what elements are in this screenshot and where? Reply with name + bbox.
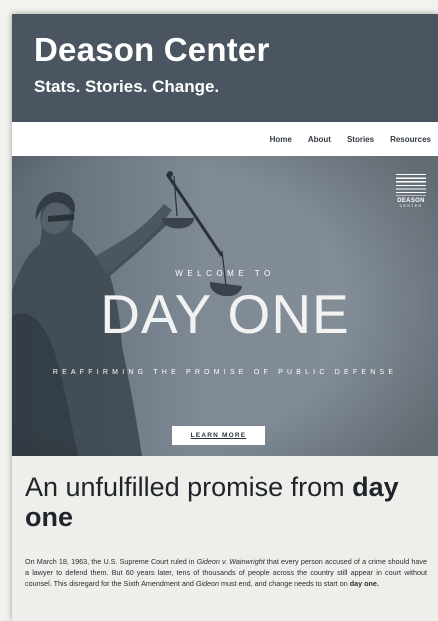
logo-sub: CENTER xyxy=(399,204,423,208)
website-card: Deason Center Stats. Stories. Change. Ho… xyxy=(12,14,438,621)
intro-body: On March 18, 1963, the U.S. Supreme Cour… xyxy=(25,556,427,589)
body-case-name-2: Gideon xyxy=(195,579,220,589)
hero-title: DAY ONE xyxy=(100,283,350,345)
learn-more-button[interactable]: LEARN MORE xyxy=(172,426,265,445)
deason-logo[interactable]: DEASON CENTER xyxy=(395,174,427,214)
hero-subtitle: REAFFIRMING THE PROMISE OF PUBLIC DEFENS… xyxy=(52,369,398,376)
nav-about[interactable]: About xyxy=(308,135,331,144)
intro-heading-text: An unfulfilled promise from xyxy=(25,472,353,502)
hero-eyebrow: WELCOME TO xyxy=(175,269,275,278)
site-tagline: Stats. Stories. Change. xyxy=(34,77,220,96)
intro-section: An unfulfilled promise from day one On M… xyxy=(12,456,438,621)
body-bold: day one. xyxy=(349,579,379,589)
hero-banner: DEASON CENTER WELCOME TO DAY ONE REAFFIR… xyxy=(12,156,438,456)
intro-heading: An unfulfilled promise from day one xyxy=(25,472,425,532)
nav-stories[interactable]: Stories xyxy=(347,135,374,144)
nav-resources[interactable]: Resources xyxy=(390,135,431,144)
nav-home[interactable]: Home xyxy=(270,135,292,144)
body-text-1: On March 18, 1963, the U.S. Supreme Cour… xyxy=(25,557,197,566)
stripes-logo-icon xyxy=(396,174,426,196)
body-case-name: Gideon v. Wainwright xyxy=(196,557,265,566)
site-title[interactable]: Deason Center xyxy=(34,31,270,68)
site-header: Deason Center Stats. Stories. Change. xyxy=(12,14,438,122)
main-nav: Home About Stories Resources xyxy=(12,122,438,156)
page-backdrop xyxy=(0,0,438,12)
body-text-3: must end, and change needs to start on xyxy=(219,579,350,589)
